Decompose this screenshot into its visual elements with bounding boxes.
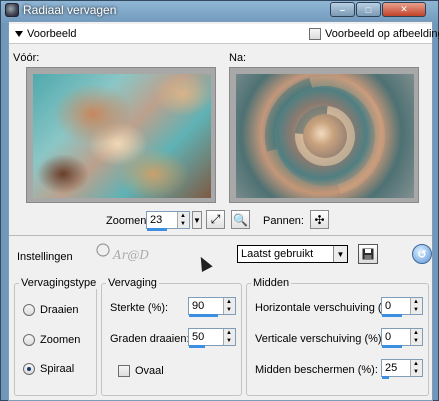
show-on-image-label: Voorbeeld op afbeelding	[325, 28, 439, 40]
fit-window-icon[interactable]: ⤢	[206, 210, 225, 229]
strength-label: Sterkte (%):	[110, 302, 169, 314]
center-title: Midden	[251, 277, 292, 289]
blur-group: Vervaging Sterkte (%): 90 ▲ ▼ Graden draa…	[101, 277, 242, 396]
move-icon[interactable]: ✣	[310, 210, 329, 229]
divider	[9, 235, 432, 236]
strength-spin-arrows[interactable]: ▲ ▼	[223, 298, 235, 314]
protect-level-bar[interactable]	[382, 376, 389, 379]
h-offset-spinner[interactable]: 0 ▲ ▼	[381, 297, 423, 317]
twist-value[interactable]: 50	[192, 331, 204, 343]
preview-section-header[interactable]: Voorbeeld Voorbeeld op afbeelding	[9, 24, 439, 44]
after-preview-frame	[229, 67, 419, 203]
after-preview-image	[236, 74, 414, 198]
twist-label: Graden draaien:	[110, 333, 190, 345]
radio-draaien-label[interactable]: Draaien	[40, 304, 79, 316]
close-button[interactable]: ✕	[382, 2, 426, 17]
twist-spin-arrows[interactable]: ▲ ▼	[223, 329, 235, 345]
dialog-window: Radiaal vervagen – □ ✕ Voorbeeld Voorbee…	[0, 0, 439, 401]
svg-text:Ar@D: Ar@D	[112, 248, 149, 262]
zoom-level-bar	[147, 228, 167, 231]
mouse-cursor-icon	[195, 254, 213, 272]
strength-level-bar[interactable]	[189, 314, 218, 317]
radio-spiraal[interactable]	[23, 363, 35, 375]
chevron-down-icon[interactable]: ▼	[333, 246, 347, 262]
zoom-label: Zoomen:	[106, 215, 150, 227]
reset-icon[interactable]: ↺	[412, 244, 432, 264]
preset-value[interactable]: Laatst gebruikt	[241, 248, 313, 260]
app-icon	[5, 3, 19, 17]
dialog-body: Voorbeeld Voorbeeld op afbeelding Vóór: …	[8, 21, 439, 401]
protect-spinner[interactable]: 25 ▲ ▼	[381, 359, 423, 379]
after-label: Na:	[229, 52, 247, 64]
preset-dropdown[interactable]: Laatst gebruikt ▼	[237, 245, 348, 263]
maximize-button[interactable]: □	[356, 2, 381, 17]
twist-spinner[interactable]: 50 ▲ ▼	[188, 328, 236, 348]
protect-value[interactable]: 25	[385, 362, 397, 374]
save-disk-icon[interactable]	[358, 244, 378, 264]
v-offset-value[interactable]: 0	[385, 331, 391, 343]
pan-label: Pannen:	[263, 215, 304, 227]
h-offset-spin-arrows[interactable]: ▲ ▼	[410, 298, 422, 314]
blur-type-group: Vervagingstype Draaien Zoomen Spiraal	[14, 277, 99, 396]
v-offset-spin-arrows[interactable]: ▲ ▼	[410, 329, 422, 345]
v-offset-label: Verticale verschuiving (%):	[255, 333, 385, 345]
radio-draaien[interactable]	[23, 304, 35, 316]
title-bar[interactable]: Radiaal vervagen – □ ✕	[1, 1, 438, 19]
blur-type-title: Vervagingstype	[19, 277, 99, 289]
radio-zoomen-label[interactable]: Zoomen	[40, 334, 80, 346]
zoom-spinner[interactable]: 23 ▲ ▼	[146, 211, 190, 231]
before-preview-image[interactable]	[33, 74, 211, 198]
preview-section-label: Voorbeeld	[27, 28, 77, 40]
radio-zoomen[interactable]	[23, 334, 35, 346]
settings-label: Instellingen	[17, 251, 73, 263]
strength-value[interactable]: 90	[192, 300, 204, 312]
twist-level-bar[interactable]	[189, 345, 205, 348]
zoom-spin-arrows[interactable]: ▲ ▼	[177, 212, 189, 228]
h-offset-label: Horizontale verschuiving (%):	[255, 302, 399, 314]
before-label: Vóór:	[13, 52, 40, 64]
v-offset-spinner[interactable]: 0 ▲ ▼	[381, 328, 423, 348]
protect-spin-arrows[interactable]: ▲ ▼	[410, 360, 422, 376]
before-preview-frame[interactable]	[26, 67, 216, 203]
zoom-value[interactable]: 23	[150, 214, 162, 226]
h-offset-level-bar[interactable]	[382, 314, 402, 317]
window-title: Radiaal vervagen	[23, 3, 117, 17]
show-on-image-checkbox[interactable]	[309, 28, 321, 40]
zoom-lens-icon[interactable]: 🔍	[231, 210, 250, 229]
oval-label[interactable]: Ovaal	[135, 365, 164, 377]
collapse-triangle-icon[interactable]	[15, 31, 23, 37]
center-group: Midden Horizontale verschuiving (%): 0 ▲…	[246, 277, 429, 396]
strength-spinner[interactable]: 90 ▲ ▼	[188, 297, 236, 317]
h-offset-value[interactable]: 0	[385, 300, 391, 312]
v-offset-level-bar[interactable]	[382, 345, 402, 348]
oval-checkbox[interactable]	[118, 365, 130, 377]
zoom-dropdown-arrow[interactable]: ▼	[192, 211, 202, 229]
blur-title: Vervaging	[106, 277, 159, 289]
radio-spiraal-label[interactable]: Spiraal	[40, 363, 74, 375]
minimize-button[interactable]: –	[330, 2, 355, 17]
protect-label: Midden beschermen (%):	[255, 364, 378, 376]
brand-logo: Ar@D	[96, 243, 149, 262]
